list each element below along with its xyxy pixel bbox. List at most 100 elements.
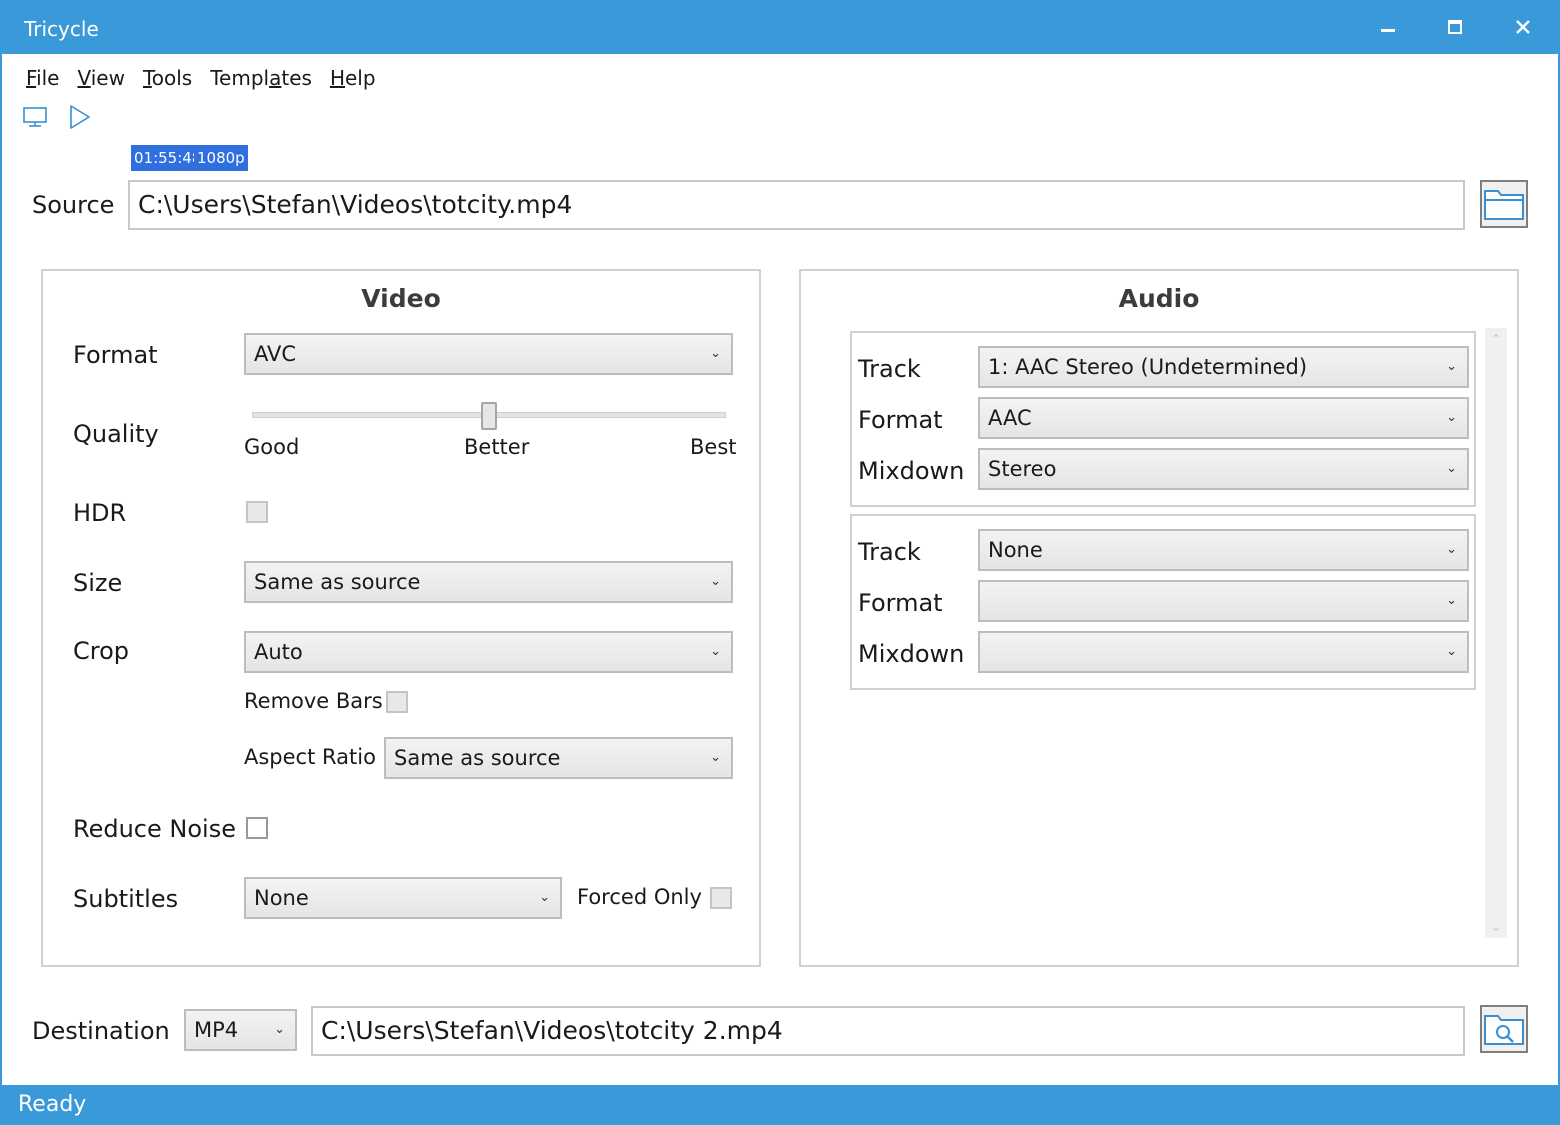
- chevron-down-icon: ⌄: [710, 574, 721, 589]
- audio-track-value: None: [988, 538, 1043, 562]
- audio-format-label: Format: [858, 406, 943, 434]
- window-title: Tricycle: [24, 17, 99, 41]
- chevron-down-icon: ⌄: [1446, 644, 1457, 659]
- menu-help[interactable]: Help: [330, 66, 376, 94]
- aspect-ratio-value: Same as source: [394, 746, 561, 770]
- menu-view[interactable]: View: [77, 66, 124, 94]
- maximize-button[interactable]: [1421, 0, 1489, 54]
- menu-file-rest: ile: [36, 66, 60, 90]
- chevron-down-icon: ⌄: [710, 346, 721, 361]
- quality-better-label: Better: [464, 435, 530, 459]
- subtitles-value: None: [254, 886, 309, 910]
- menu-file[interactable]: File: [26, 66, 59, 94]
- open-source-button[interactable]: [1480, 180, 1528, 228]
- chevron-down-icon: ⌄: [1446, 359, 1457, 374]
- menu-help-rest: elp: [344, 66, 376, 90]
- menu-tools-key: T: [142, 66, 152, 90]
- chevron-down-icon: ⌄: [710, 750, 721, 765]
- audio-format-dropdown[interactable]: AAC ⌄: [978, 397, 1469, 439]
- folder-search-icon: [1484, 1015, 1524, 1045]
- menu-bar: File View Tools Templates Help: [26, 66, 394, 94]
- monitor-icon: [23, 107, 47, 127]
- preview-button[interactable]: [22, 104, 50, 130]
- crop-value: Auto: [254, 640, 303, 664]
- audio-mixdown-label: Mixdown: [858, 640, 965, 668]
- size-dropdown[interactable]: Same as source ⌄: [244, 561, 733, 603]
- container-dropdown[interactable]: MP4 ⌄: [184, 1009, 297, 1051]
- audio-scrollbar[interactable]: ⌃ ⌄: [1485, 328, 1507, 938]
- title-bar: Tricycle: [0, 0, 1560, 54]
- resolution-badge: 1080p: [194, 145, 248, 171]
- audio-track-value: 1: AAC Stereo (Undetermined): [988, 355, 1308, 379]
- quality-label: Quality: [73, 420, 159, 448]
- menu-templates-post: tes: [281, 66, 312, 90]
- menu-view-key: V: [77, 66, 91, 90]
- video-format-label: Format: [73, 341, 158, 369]
- chevron-down-icon: ⌄: [710, 644, 721, 659]
- chevron-down-icon: ⌄: [1446, 542, 1457, 557]
- menu-tools-rest: ools: [151, 66, 193, 90]
- quality-slider-thumb[interactable]: [481, 402, 497, 430]
- video-format-value: AVC: [254, 342, 297, 366]
- menu-templates-pre: Templ: [210, 66, 270, 90]
- menu-templates[interactable]: Templates: [210, 66, 312, 94]
- crop-dropdown[interactable]: Auto ⌄: [244, 631, 733, 673]
- minimize-icon: [1381, 29, 1395, 32]
- size-label: Size: [73, 569, 123, 597]
- audio-mixdown-dropdown[interactable]: ⌄: [978, 631, 1469, 673]
- source-path-field[interactable]: C:\Users\Stefan\Videos\totcity.mp4: [128, 180, 1465, 230]
- forced-only-checkbox[interactable]: [710, 887, 732, 909]
- video-format-dropdown[interactable]: AVC ⌄: [244, 333, 733, 375]
- close-button[interactable]: [1489, 0, 1557, 54]
- start-encode-button[interactable]: [66, 104, 94, 130]
- video-panel-title: Video: [361, 284, 441, 313]
- reduce-noise-label: Reduce Noise: [73, 815, 236, 843]
- destination-path-field[interactable]: C:\Users\Stefan\Videos\totcity 2.mp4: [311, 1006, 1465, 1056]
- destination-label: Destination: [32, 1017, 170, 1045]
- audio-track-label: Track: [858, 355, 921, 383]
- play-icon: [70, 105, 90, 129]
- audio-mixdown-value: Stereo: [988, 457, 1057, 481]
- audio-track-dropdown[interactable]: 1: AAC Stereo (Undetermined) ⌄: [978, 346, 1469, 388]
- chevron-down-icon: ⌄: [539, 890, 550, 905]
- aspect-ratio-dropdown[interactable]: Same as source ⌄: [384, 737, 733, 779]
- menu-templates-key: a: [269, 66, 282, 90]
- scroll-down-icon[interactable]: ⌄: [1485, 920, 1507, 934]
- audio-mixdown-label: Mixdown: [858, 457, 965, 485]
- audio-format-dropdown[interactable]: ⌄: [978, 580, 1469, 622]
- status-bar: Ready: [0, 1085, 1560, 1125]
- minimize-button[interactable]: [1354, 0, 1422, 54]
- audio-mixdown-dropdown[interactable]: Stereo ⌄: [978, 448, 1469, 490]
- maximize-icon: [1448, 20, 1462, 34]
- chevron-down-icon: ⌄: [1446, 410, 1457, 425]
- chevron-down-icon: ⌄: [1446, 461, 1457, 476]
- container-value: MP4: [194, 1018, 239, 1042]
- subtitles-label: Subtitles: [73, 885, 179, 913]
- menu-help-key: H: [329, 66, 345, 90]
- audio-format-label: Format: [858, 589, 943, 617]
- size-value: Same as source: [254, 570, 421, 594]
- quality-good-label: Good: [244, 435, 300, 459]
- audio-format-value: AAC: [988, 406, 1032, 430]
- browse-destination-button[interactable]: [1480, 1005, 1528, 1053]
- subtitles-dropdown[interactable]: None ⌄: [244, 877, 562, 919]
- forced-only-label: Forced Only: [577, 885, 702, 909]
- close-icon: [1516, 20, 1530, 34]
- audio-panel-title: Audio: [1118, 284, 1200, 313]
- source-label: Source: [32, 191, 115, 219]
- audio-track-dropdown[interactable]: None ⌄: [978, 529, 1469, 571]
- scroll-up-icon[interactable]: ⌃: [1485, 332, 1507, 346]
- folder-icon: [1484, 190, 1524, 220]
- menu-tools[interactable]: Tools: [143, 66, 192, 94]
- quality-best-label: Best: [690, 435, 737, 459]
- chevron-down-icon: ⌄: [1446, 593, 1457, 608]
- crop-label: Crop: [73, 637, 130, 665]
- remove-bars-checkbox[interactable]: [386, 691, 408, 713]
- menu-view-rest: iew: [90, 66, 125, 90]
- hdr-checkbox[interactable]: [246, 501, 268, 523]
- chevron-down-icon: ⌄: [274, 1022, 285, 1037]
- hdr-label: HDR: [73, 499, 127, 527]
- menu-file-key: F: [26, 66, 37, 90]
- reduce-noise-checkbox[interactable]: [246, 817, 268, 839]
- aspect-ratio-label: Aspect Ratio: [244, 745, 376, 769]
